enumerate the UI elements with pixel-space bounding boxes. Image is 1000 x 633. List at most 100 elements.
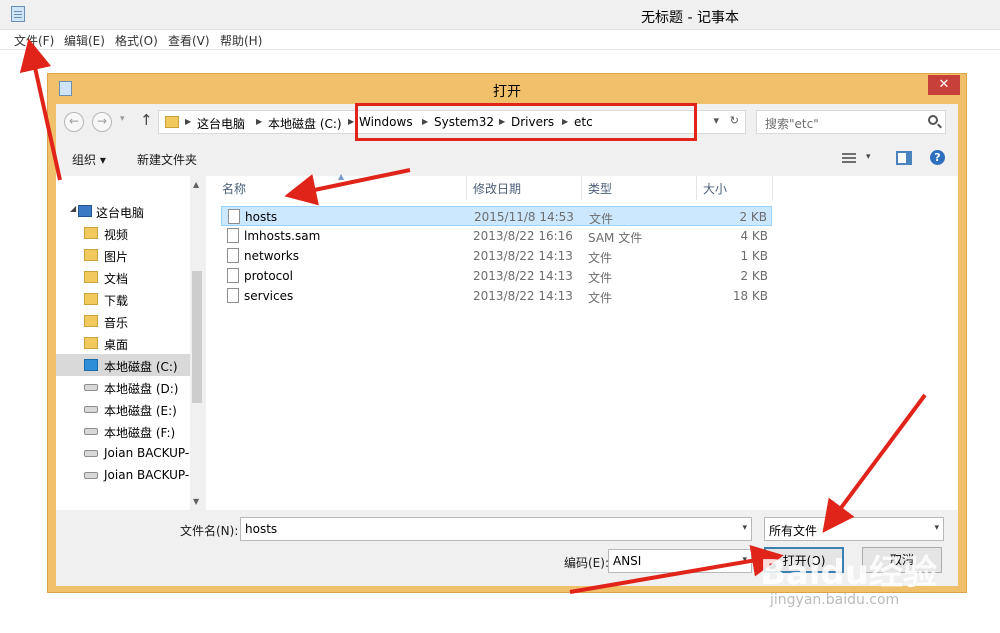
breadcrumb-local-disk-c[interactable]: 本地磁盘 (C:) [268, 115, 342, 132]
sort-indicator-icon: ▲ [338, 172, 345, 181]
nav-item-backup-2[interactable]: Joian BACKUP-2 [56, 464, 199, 486]
organize-button[interactable]: 组织 ▾ [72, 151, 106, 168]
view-options-icon[interactable] [842, 153, 856, 163]
address-dropdown-icon[interactable]: ▾ [713, 114, 719, 127]
filetype-value: 所有文件 [769, 524, 818, 538]
chevron-right-icon[interactable]: ▶ [348, 117, 354, 126]
notepad-menubar: 文件(F) 编辑(E) 格式(O) 查看(V) 帮助(H) [0, 30, 1000, 50]
file-icon [227, 268, 239, 283]
folder-icon [84, 293, 98, 305]
chevron-down-icon[interactable]: ▾ [934, 523, 939, 533]
encoding-label: 编码(E): [564, 556, 609, 570]
file-date: 2013/8/22 14:13 [473, 289, 573, 303]
dialog-title: 打开 [493, 84, 521, 100]
back-button[interactable]: ← [64, 112, 84, 132]
nav-item-videos[interactable]: 视频 [56, 222, 199, 244]
encoding-value: ANSI [613, 554, 642, 568]
file-name: hosts [245, 210, 278, 224]
column-divider[interactable] [696, 176, 697, 200]
file-type: 文件 [588, 271, 613, 285]
up-arrow-icon[interactable]: ↑ [140, 111, 153, 129]
search-placeholder: 搜索"etc" [765, 117, 819, 131]
nav-item-downloads[interactable]: 下载 [56, 288, 199, 310]
drive-icon [84, 428, 98, 435]
forward-button[interactable]: → [92, 112, 112, 132]
file-row-networks[interactable]: networks 2013/8/22 14:13 文件 1 KB [221, 246, 772, 266]
nav-item-music[interactable]: 音乐 [56, 310, 199, 332]
toolbar: 组织 ▾ 新建文件夹 ▾ ? [56, 142, 958, 176]
file-size: 2 KB [740, 269, 768, 283]
column-divider[interactable] [581, 176, 582, 200]
column-header-size[interactable]: 大小 [703, 180, 727, 197]
dialog-body: ← → ▾ ↑ ▶ 这台电脑 ▶ 本地磁盘 (C:) ▶ Windows ▶ S… [56, 103, 958, 586]
notepad-titlebar: 无标题 - 记事本 [0, 0, 1000, 30]
folder-icon [84, 315, 98, 327]
watermark-url: jingyan.baidu.com [770, 592, 900, 608]
chevron-right-icon[interactable]: ▶ [256, 117, 262, 126]
close-button[interactable]: ✕ [928, 75, 960, 95]
filename-input[interactable]: hosts ▾ [240, 517, 752, 541]
drive-icon [84, 384, 98, 391]
nav-item-desktop[interactable]: 桌面 [56, 332, 199, 354]
nav-item-label: 文档 [104, 272, 129, 286]
preview-pane-icon[interactable] [896, 151, 912, 165]
file-row-hosts[interactable]: hosts 2015/11/8 14:53 文件 2 KB [221, 206, 772, 226]
nav-item-label: 音乐 [104, 316, 129, 330]
address-bar[interactable]: ▶ 这台电脑 ▶ 本地磁盘 (C:) ▶ Windows ▶ System32 … [158, 103, 746, 141]
folder-icon [84, 249, 98, 261]
filetype-select[interactable]: 所有文件 ▾ [764, 517, 944, 541]
dialog-titlebar[interactable]: 打开 ✕ [48, 74, 966, 104]
nav-item-pictures[interactable]: 图片 [56, 244, 199, 266]
nav-scrollbar[interactable]: ▲ ▼ [190, 176, 204, 510]
nav-item-local-disk-d[interactable]: 本地磁盘 (D:) [56, 376, 199, 398]
nav-item-local-disk-c[interactable]: 本地磁盘 (C:) [56, 354, 199, 376]
nav-item-label: 本地磁盘 (E:) [104, 404, 177, 418]
search-icon[interactable] [928, 115, 938, 125]
filename-label: 文件名(N): [180, 524, 239, 538]
column-header-type[interactable]: 类型 [588, 180, 612, 197]
menu-file[interactable]: 文件(F) [14, 32, 54, 49]
chevron-down-icon[interactable]: ▾ [742, 555, 747, 565]
view-dropdown-icon[interactable]: ▾ [866, 152, 871, 162]
chevron-right-icon[interactable]: ▶ [185, 117, 191, 126]
menu-edit[interactable]: 编辑(E) [64, 32, 105, 49]
recent-locations-dropdown[interactable]: ▾ [120, 114, 125, 124]
nav-item-this-pc[interactable]: ◢ 这台电脑 [56, 200, 199, 222]
windows-drive-icon [84, 359, 98, 371]
nav-item-local-disk-e[interactable]: 本地磁盘 (E:) [56, 398, 199, 420]
nav-item-documents[interactable]: 文档 [56, 266, 199, 288]
column-divider[interactable] [466, 176, 467, 200]
nav-item-backup-1[interactable]: Joian BACKUP-1 [56, 442, 199, 464]
menu-format[interactable]: 格式(O) [115, 32, 158, 49]
scroll-down-icon[interactable]: ▼ [193, 497, 199, 506]
expand-arrow-icon[interactable]: ◢ [70, 204, 76, 213]
menu-view[interactable]: 查看(V) [168, 32, 210, 49]
nav-item-label: 图片 [104, 250, 129, 264]
file-icon [227, 248, 239, 263]
encoding-select[interactable]: ANSI ▾ [608, 549, 752, 573]
refresh-icon[interactable]: ↻ [730, 114, 739, 127]
file-row-lmhosts[interactable]: lmhosts.sam 2013/8/22 16:16 SAM 文件 4 KB [221, 226, 772, 246]
nav-item-label: Joian BACKUP-1 [104, 446, 197, 460]
scroll-up-icon[interactable]: ▲ [193, 180, 199, 189]
drive-icon [84, 406, 98, 413]
scrollbar-thumb[interactable] [192, 271, 202, 403]
column-header-name[interactable]: 名称 [222, 180, 246, 197]
nav-item-label: 桌面 [104, 338, 129, 352]
nav-item-label: 本地磁盘 (F:) [104, 426, 176, 440]
breadcrumb-this-pc[interactable]: 这台电脑 [197, 115, 245, 132]
menu-help[interactable]: 帮助(H) [220, 32, 262, 49]
file-type: 文件 [589, 212, 614, 226]
help-icon[interactable]: ? [930, 150, 945, 165]
nav-item-label: 下载 [104, 294, 129, 308]
column-divider[interactable] [772, 176, 773, 200]
file-icon [227, 228, 239, 243]
file-name: services [244, 289, 294, 303]
column-header-date[interactable]: 修改日期 [473, 180, 521, 197]
new-folder-button[interactable]: 新建文件夹 [137, 151, 197, 168]
search-input[interactable]: 搜索"etc" [756, 110, 946, 134]
chevron-down-icon[interactable]: ▾ [742, 523, 747, 533]
file-row-protocol[interactable]: protocol 2013/8/22 14:13 文件 2 KB [221, 266, 772, 286]
file-row-services[interactable]: services 2013/8/22 14:13 文件 18 KB [221, 286, 772, 306]
nav-item-local-disk-f[interactable]: 本地磁盘 (F:) [56, 420, 199, 442]
